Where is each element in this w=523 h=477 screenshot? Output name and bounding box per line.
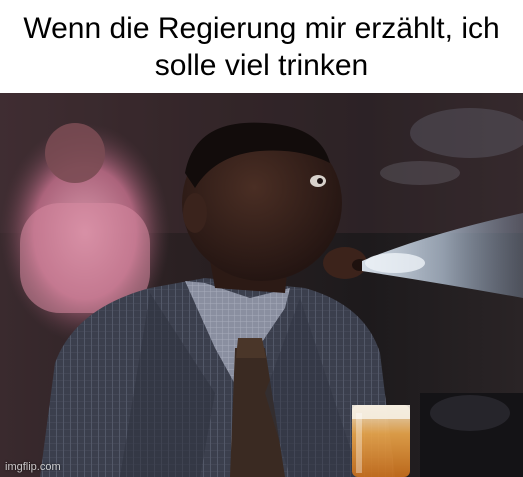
spit-take-photo [0, 93, 523, 477]
watermark: imgflip.com [5, 461, 61, 473]
meme-photo [0, 93, 523, 477]
meme-caption-area: Wenn die Regierung mir erzählt, ich soll… [0, 0, 523, 93]
meme-caption: Wenn die Regierung mir erzählt, ich soll… [23, 12, 500, 82]
